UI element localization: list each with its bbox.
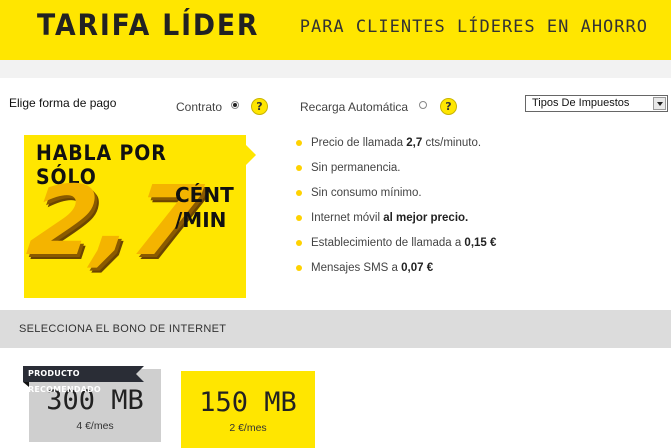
feature-item: Sin permanencia.: [296, 160, 496, 185]
bullet-icon: [296, 265, 302, 271]
question-icon[interactable]: ?: [251, 98, 268, 115]
recommended-badge-fold: [23, 382, 29, 387]
chevron-down-icon[interactable]: [653, 97, 666, 110]
bullet-icon: [296, 240, 302, 246]
tax-type-select-value: Tipos De Impuestos: [532, 97, 630, 109]
recommended-badge: PRODUCTO RECOMENDADO: [23, 366, 144, 394]
header-banner: TARIFA LÍDER PARA CLIENTES LÍDERES EN AH…: [0, 0, 671, 60]
question-icon[interactable]: ?: [440, 98, 457, 115]
feature-item: Mensajes SMS a 0,07 €: [296, 260, 496, 285]
promo-banner: HABLA POR SÓLO 2,7 CÉNT /MIN: [22, 135, 246, 298]
bono-card-150mb[interactable]: 150 MB 2 €/mes: [181, 371, 315, 448]
payment-option-contrato-radio[interactable]: [231, 101, 239, 109]
bullet-icon: [296, 165, 302, 171]
bono-section-header: SELECCIONA EL BONO DE INTERNET: [0, 310, 671, 348]
bono-card-price: 2 €/mes: [229, 422, 267, 434]
bullet-icon: [296, 190, 302, 196]
page-title: TARIFA LÍDER: [37, 8, 260, 42]
header-tagline: PARA CLIENTES LÍDERES EN AHORRO: [299, 17, 648, 37]
promo-unit: CÉNT /MIN: [175, 183, 234, 233]
payment-option-recarga-radio[interactable]: [419, 101, 427, 109]
promo-pointer: [246, 145, 256, 165]
bullet-icon: [296, 140, 302, 146]
feature-item: Precio de llamada 2,7 cts/minuto.: [296, 135, 496, 160]
feature-list: Precio de llamada 2,7 cts/minuto. Sin pe…: [296, 135, 496, 285]
feature-item: Establecimiento de llamada a 0,15 €: [296, 235, 496, 260]
feature-item: Internet móvil al mejor precio.: [296, 210, 496, 235]
payment-option-recarga-label[interactable]: Recarga Automática: [300, 100, 408, 114]
bono-card-data: 150 MB: [199, 387, 297, 418]
tax-type-select[interactable]: Tipos De Impuestos: [525, 95, 668, 112]
bono-card-price: 4 €/mes: [76, 420, 114, 432]
promo-unit-line2: /MIN: [175, 208, 227, 232]
header-divider: [0, 60, 671, 78]
payment-option-contrato-label[interactable]: Contrato: [176, 100, 222, 114]
promo-unit-line1: CÉNT: [175, 183, 234, 207]
feature-item: Sin consumo mínimo.: [296, 185, 496, 210]
bono-section-title: SELECCIONA EL BONO DE INTERNET: [19, 323, 227, 335]
bullet-icon: [296, 215, 302, 221]
payment-label: Elige forma de pago: [9, 96, 117, 110]
